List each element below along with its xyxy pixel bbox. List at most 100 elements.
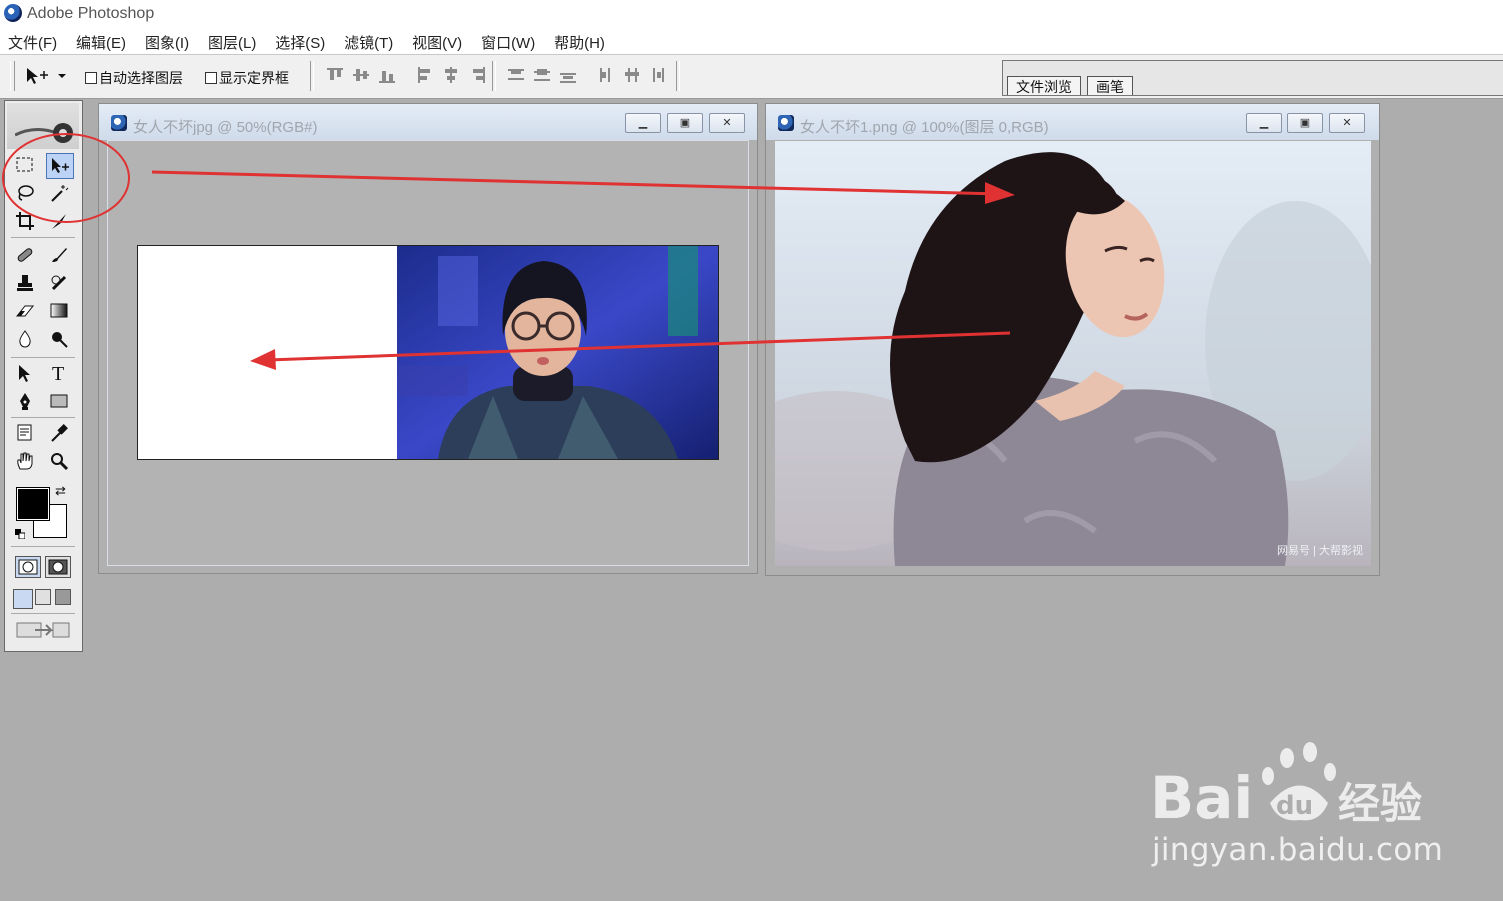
lasso-tool-icon[interactable] — [12, 181, 38, 205]
separator — [11, 417, 75, 418]
default-colors-icon[interactable] — [15, 526, 26, 540]
marquee-tool-icon[interactable] — [12, 153, 38, 177]
clone-stamp-tool-icon[interactable] — [12, 271, 38, 295]
document-titlebar[interactable]: 女人不坏1.png @ 100%(图层 0,RGB) ▁ ▣ ✕ — [766, 104, 1379, 140]
tab-file-browser[interactable]: 文件浏览 — [1007, 76, 1081, 95]
document-canvas[interactable] — [137, 245, 719, 460]
document-canvas[interactable]: 网易号 | 大帮影视 — [775, 141, 1371, 566]
align-top-icon[interactable] — [325, 65, 345, 85]
separator — [11, 546, 75, 547]
watermark-url: jingyan.baidu.com — [1152, 832, 1444, 868]
align-buttons — [325, 65, 487, 87]
show-bounding-box-label: 显示定界框 — [219, 70, 289, 86]
quick-mask-mode-button[interactable] — [45, 556, 71, 578]
tool-preset-picker[interactable] — [24, 65, 68, 87]
distribute-bottom-icon[interactable] — [558, 65, 578, 85]
document-title: 女人不坏jpg @ 50%(RGB#) — [133, 119, 318, 136]
standard-screen-mode-button[interactable] — [13, 589, 33, 609]
maximize-button[interactable]: ▣ — [1287, 113, 1323, 133]
align-horizontal-center-icon[interactable] — [441, 65, 461, 85]
menu-view[interactable]: 视图(V) — [412, 32, 462, 53]
distribute-vertical-center-icon[interactable] — [532, 65, 552, 85]
pen-tool-icon[interactable] — [12, 389, 38, 413]
align-vertical-center-icon[interactable] — [351, 65, 371, 85]
eyedropper-tool-icon[interactable] — [46, 421, 72, 445]
distribute-left-icon[interactable] — [596, 65, 616, 85]
show-bounding-box-checkbox[interactable]: 显示定界框 — [205, 68, 289, 88]
document-canvas-area[interactable] — [107, 140, 749, 566]
brush-tool-icon[interactable] — [46, 243, 72, 267]
blur-tool-icon[interactable] — [12, 327, 38, 351]
dodge-tool-icon[interactable] — [46, 327, 72, 351]
close-button[interactable]: ✕ — [709, 113, 745, 133]
jump-to-imageready-button[interactable] — [15, 619, 71, 641]
menu-help[interactable]: 帮助(H) — [554, 32, 605, 53]
rectangle-tool-icon[interactable] — [46, 389, 72, 413]
svg-text:Bai: Bai — [1150, 764, 1253, 828]
type-tool-icon[interactable]: T — [46, 361, 72, 385]
app-title: Adobe Photoshop — [27, 5, 155, 22]
notes-tool-icon[interactable] — [12, 421, 38, 445]
standard-mode-button[interactable] — [15, 556, 41, 578]
align-bottom-icon[interactable] — [377, 65, 397, 85]
document-icon — [111, 115, 127, 131]
svg-text:T: T — [52, 363, 64, 383]
menu-window[interactable]: 窗口(W) — [481, 32, 535, 53]
toolbox: T ⇄ — [4, 100, 83, 652]
separator — [11, 613, 75, 614]
document-title: 女人不坏1.png @ 100%(图层 0,RGB) — [800, 119, 1049, 136]
svg-text:du: du — [1276, 791, 1313, 821]
separator — [310, 61, 314, 91]
separator — [11, 357, 75, 358]
svg-text:经验: 经验 — [1338, 779, 1422, 828]
menu-filter[interactable]: 滤镜(T) — [344, 32, 393, 53]
menu-file[interactable]: 文件(F) — [8, 32, 57, 53]
minimize-button[interactable]: ▁ — [625, 113, 661, 133]
options-bar-grip[interactable] — [10, 61, 15, 91]
full-screen-menu-mode-button[interactable] — [35, 589, 51, 605]
girl-with-glasses-image — [397, 246, 718, 459]
checkbox-box[interactable] — [205, 72, 217, 84]
document-window-1[interactable]: 女人不坏jpg @ 50%(RGB#) ▁ ▣ ✕ — [98, 103, 758, 574]
move-tool-icon[interactable] — [46, 153, 74, 179]
maximize-button[interactable]: ▣ — [667, 113, 703, 133]
history-brush-tool-icon[interactable] — [46, 271, 72, 295]
auto-select-layer-checkbox[interactable]: 自动选择图层 — [85, 68, 183, 88]
align-left-icon[interactable] — [415, 65, 435, 85]
full-screen-mode-button[interactable] — [55, 589, 71, 605]
eraser-tool-icon[interactable] — [12, 299, 38, 323]
checkbox-box[interactable] — [85, 72, 97, 84]
chevron-down-icon — [58, 74, 66, 78]
distribute-top-icon[interactable] — [506, 65, 526, 85]
menu-select[interactable]: 选择(S) — [275, 32, 325, 53]
document-window-2[interactable]: 女人不坏1.png @ 100%(图层 0,RGB) ▁ ▣ ✕ 网易号 | 大… — [765, 103, 1380, 576]
minimize-button[interactable]: ▁ — [1246, 113, 1282, 133]
path-selection-tool-icon[interactable] — [12, 361, 38, 385]
photo-credit: 网易号 | 大帮影视 — [1277, 545, 1363, 557]
foreground-color-swatch[interactable] — [16, 487, 50, 521]
distribute-right-icon[interactable] — [648, 65, 668, 85]
separator — [492, 61, 496, 91]
menu-bar: 文件(F) 编辑(E) 图象(I) 图层(L) 选择(S) 滤镜(T) 视图(V… — [0, 28, 1503, 55]
app-titlebar: Adobe Photoshop — [0, 0, 1503, 28]
magic-wand-tool-icon[interactable] — [46, 181, 72, 205]
palette-well: 文件浏览 画笔 — [1002, 60, 1503, 96]
toolbox-header[interactable] — [7, 103, 79, 149]
align-right-icon[interactable] — [467, 65, 487, 85]
gradient-tool-icon[interactable] — [46, 299, 72, 323]
hand-tool-icon[interactable] — [12, 449, 38, 473]
slice-tool-icon[interactable] — [46, 209, 72, 233]
close-button[interactable]: ✕ — [1329, 113, 1365, 133]
swap-colors-icon[interactable]: ⇄ — [55, 483, 66, 499]
distribute-horizontal-center-icon[interactable] — [622, 65, 642, 85]
menu-image[interactable]: 图象(I) — [145, 32, 189, 53]
healing-brush-tool-icon[interactable] — [12, 243, 38, 267]
menu-layer[interactable]: 图层(L) — [208, 32, 256, 53]
separator — [676, 61, 680, 91]
zoom-tool-icon[interactable] — [46, 449, 72, 473]
crop-tool-icon[interactable] — [12, 209, 38, 233]
document-titlebar[interactable]: 女人不坏jpg @ 50%(RGB#) ▁ ▣ ✕ — [99, 104, 757, 140]
menu-edit[interactable]: 编辑(E) — [76, 32, 126, 53]
woman-curly-hair-image — [775, 141, 1371, 566]
tab-brushes[interactable]: 画笔 — [1087, 76, 1133, 95]
